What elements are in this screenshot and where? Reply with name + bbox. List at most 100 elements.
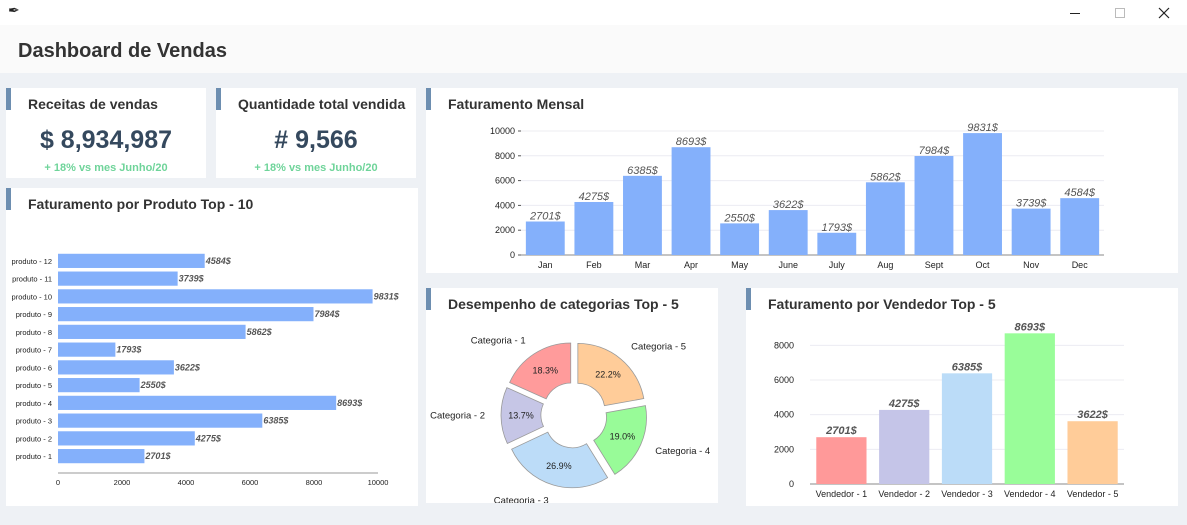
x-tick-label: Sept	[925, 260, 944, 270]
x-tick-label: Aug	[877, 260, 893, 270]
y-tick-label: 0	[789, 479, 794, 489]
bar-produto-7	[58, 342, 116, 357]
bar-produto-1	[58, 449, 145, 464]
x-tick-label: 8000	[306, 478, 323, 487]
bar-mar	[623, 175, 662, 255]
kpi-card-quantity: Quantidade total vendida # 9,566 + 18% v…	[216, 88, 416, 178]
bar-produto-4	[58, 395, 337, 410]
bar-produto-11	[58, 271, 178, 286]
close-icon	[1158, 7, 1170, 18]
x-tick-label: 6000	[242, 478, 259, 487]
bar-produto-8	[58, 324, 246, 339]
bar-produto-12	[58, 253, 205, 268]
data-label: 3622$	[773, 199, 804, 211]
x-tick-label: Apr	[684, 260, 698, 270]
y-tick-label: produto - 3	[16, 417, 52, 426]
data-label: 4275$	[195, 433, 222, 443]
slice-percent-label: 18.3%	[532, 366, 558, 376]
kpi-delta: + 18% vs mes Junho/20	[254, 162, 378, 174]
data-label: 4584$	[1064, 187, 1095, 199]
monthly-revenue-chart: 0 2000 4000 6000 8000 10000 2701$ Jan 4275$ Feb 63…	[490, 122, 1104, 270]
x-tick-label: Vendedor - 2	[878, 489, 930, 499]
bar-produto-3	[58, 413, 263, 428]
bar-produto-9	[58, 307, 314, 322]
window-titlebar: ✒	[0, 0, 1187, 25]
slice-percent-label: 22.2%	[595, 369, 621, 379]
product-revenue-chart: 4584$ produto - 12 3739$ produto - 11 9831$ p…	[12, 253, 400, 487]
y-tick-label: produto - 4	[16, 399, 52, 408]
bar-oct	[963, 133, 1002, 255]
bar-jan	[525, 221, 565, 255]
kpi-card-revenue: Receitas de vendas $ 8,934,987 + 18% vs …	[6, 88, 206, 178]
x-tick-label: Oct	[976, 260, 991, 270]
x-tick-label: Vendedor - 5	[1067, 489, 1119, 499]
bar-Vendedor-4	[1004, 333, 1055, 484]
x-tick-label: Feb	[586, 260, 602, 270]
data-label: 4584$	[205, 256, 232, 266]
y-tick-label: 8000	[495, 151, 515, 161]
slice-category-label: Categoria - 2	[430, 411, 485, 422]
y-tick-label: 10000	[490, 126, 515, 136]
maximize-icon	[1115, 7, 1125, 18]
y-tick-label: produto - 10	[12, 292, 52, 301]
y-tick-label: produto - 5	[16, 381, 52, 390]
maximize-button[interactable]	[1097, 0, 1143, 25]
x-tick-label: 10000	[368, 478, 389, 487]
data-label: 2701$	[144, 451, 171, 461]
bar-Vendedor-2	[879, 409, 930, 484]
data-label: 4275$	[888, 398, 920, 410]
kpi-value: # 9,566	[274, 126, 358, 154]
data-label: 4275$	[579, 191, 610, 203]
y-tick-label: 2000	[774, 444, 794, 454]
x-tick-label: 4000	[178, 478, 195, 487]
card-monthly-revenue: Faturamento Mensal 0 2000 4000 6000 8000 1000…	[426, 88, 1178, 273]
y-tick-label: 8000	[774, 340, 794, 350]
data-label: 9831$	[374, 291, 400, 301]
seller-revenue-chart: 0 2000 4000 6000 8000 2701$ Vendedor - 1 4275$ V…	[774, 321, 1124, 499]
data-label: 6385$	[263, 416, 289, 426]
data-label: 3739$	[179, 274, 205, 284]
data-label: 3622$	[175, 362, 201, 372]
category-donut-chart: 18.3% Categoria - 1 13.7% Categoria - 2 26.9…	[430, 335, 710, 503]
card-category-performance: Desempenho de categorias Top - 5 18.3% Ca…	[426, 288, 718, 503]
slice-category-label: Categoria - 5	[631, 342, 686, 353]
bar-produto-6	[58, 360, 174, 375]
data-label: 9831$	[967, 122, 998, 134]
kpi-value: $ 8,934,987	[39, 126, 173, 154]
card-seller-revenue: Faturamento por Vendedor Top - 5 0 2000 40…	[746, 288, 1178, 506]
y-tick-label: 6000	[495, 176, 515, 186]
y-tick-label: produto - 9	[16, 310, 52, 319]
bar-feb	[574, 201, 614, 255]
slice-category-label: Categoria - 1	[471, 335, 526, 346]
x-tick-label: Mar	[635, 260, 651, 270]
y-tick-label: produto - 7	[16, 346, 52, 355]
x-tick-label: May	[731, 260, 749, 270]
close-button[interactable]	[1141, 0, 1187, 25]
bar-may	[720, 223, 760, 255]
y-tick-label: produto - 1	[16, 452, 52, 461]
data-label: 3622$	[1077, 409, 1108, 421]
data-label: 7984$	[314, 309, 340, 319]
y-tick-label: 2000	[495, 225, 515, 235]
y-tick-label: 0	[510, 250, 515, 260]
data-label: 7984$	[919, 145, 950, 157]
y-tick-label: 4000	[774, 410, 794, 420]
x-tick-label: 0	[56, 478, 60, 487]
x-tick-label: July	[829, 260, 846, 270]
data-label: 8693$	[676, 136, 707, 148]
minimize-button[interactable]	[1052, 0, 1098, 25]
x-tick-label: June	[778, 260, 798, 270]
data-label: 6385$	[952, 361, 983, 373]
bar-june	[768, 210, 808, 255]
x-tick-label: Nov	[1023, 260, 1040, 270]
bar-produto-5	[58, 378, 140, 393]
bar-july	[817, 232, 857, 255]
bar-Vendedor-3	[941, 373, 993, 484]
x-tick-label: Vendedor - 1	[816, 489, 868, 499]
slice-percent-label: 26.9%	[546, 461, 572, 471]
dashboard-header: Dashboard de Vendas	[0, 25, 1187, 73]
y-tick-label: produto - 6	[16, 363, 52, 372]
bar-dec	[1060, 198, 1100, 255]
y-tick-label: produto - 12	[12, 257, 52, 266]
data-label: 2701$	[529, 211, 561, 223]
